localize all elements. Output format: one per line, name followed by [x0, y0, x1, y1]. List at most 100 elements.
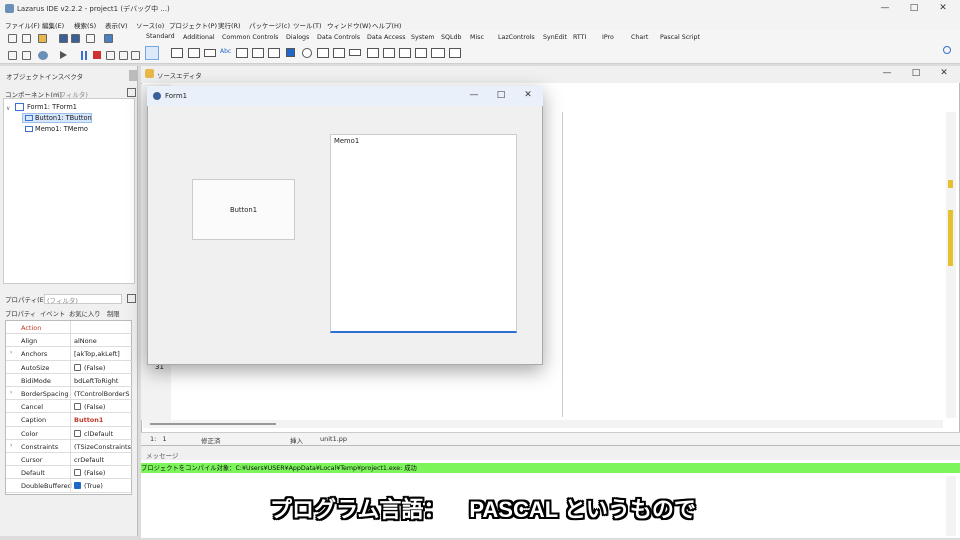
editor-minimize-icon[interactable]: —	[880, 67, 894, 80]
tab-restricted[interactable]: 制限	[107, 309, 120, 318]
project-options-icon[interactable]	[22, 51, 31, 60]
step-out-icon[interactable]	[131, 51, 140, 60]
palette-tab-dialogs[interactable]: Dialogs	[286, 34, 309, 41]
compile-success-message[interactable]: プロジェクトをコンパイル対象：C:¥Users¥USER¥AppData¥Loc…	[141, 463, 960, 473]
property-row-color[interactable]: Color clDefault	[6, 426, 133, 440]
run-icon[interactable]	[60, 51, 67, 59]
property-row-bidimode[interactable]: BidiMode bdLeftToRight	[6, 373, 133, 387]
combobox-component-icon[interactable]	[333, 48, 345, 58]
menu-edit[interactable]: 編集(E)	[42, 20, 64, 30]
menu-tools[interactable]: ツール(T)	[293, 20, 322, 30]
property-filter-input[interactable]: (フィルタ)	[44, 294, 122, 305]
palette-tab-misc[interactable]: Misc	[470, 34, 484, 41]
color-swatch-icon[interactable]	[74, 429, 81, 437]
view-forms-icon[interactable]	[8, 51, 17, 60]
menu-view[interactable]: 表示(V)	[105, 20, 128, 30]
property-row-cancel[interactable]: Cancel (False)	[6, 400, 133, 414]
menu-window[interactable]: ウィンドウ(W)	[327, 20, 371, 30]
close-icon[interactable]: ✕	[936, 2, 950, 15]
maximize-icon[interactable]: □	[907, 2, 921, 15]
checkbox-icon[interactable]	[74, 363, 81, 371]
expand-chevron-icon[interactable]: ›	[10, 389, 12, 396]
save-icon[interactable]	[59, 34, 68, 43]
minimize-icon[interactable]: —	[878, 2, 892, 15]
palette-tab-chart[interactable]: Chart	[631, 34, 648, 41]
checkbox-icon[interactable]	[74, 403, 81, 411]
palette-tab-data-access[interactable]: Data Access	[367, 34, 406, 41]
frame-component-icon[interactable]	[431, 48, 445, 58]
property-value[interactable]: (TSizeConstraints	[74, 443, 132, 451]
tree-item-button1[interactable]: Button1: TButton	[35, 114, 92, 122]
property-row-action[interactable]: Action	[6, 321, 133, 335]
palette-tab-standard[interactable]: Standard	[146, 33, 175, 40]
property-row-anchors[interactable]: › Anchors [akTop,akLeft]	[6, 347, 133, 361]
editor-maximize-icon[interactable]: □	[909, 67, 923, 80]
panel-grip[interactable]	[129, 70, 137, 81]
palette-tab-rtti[interactable]: RTTI	[573, 34, 586, 41]
property-filter-clear-icon[interactable]	[127, 294, 136, 303]
tab-favorites[interactable]: お気に入り	[69, 309, 100, 318]
button1[interactable]: Button1	[192, 179, 295, 240]
radiogroup-component-icon[interactable]	[383, 48, 395, 58]
editor-close-icon[interactable]: ✕	[937, 67, 951, 80]
edit-component-icon[interactable]	[236, 48, 248, 58]
save-all-icon[interactable]	[71, 34, 80, 43]
radiobutton-component-icon[interactable]	[302, 48, 312, 58]
checkbox-component-icon[interactable]	[286, 48, 295, 57]
checkbox-icon[interactable]	[74, 469, 81, 477]
panel-component-icon[interactable]	[415, 48, 427, 58]
palette-tab-pascal-script[interactable]: Pascal Script	[660, 34, 700, 41]
label-component-icon[interactable]: Abc	[220, 48, 232, 58]
form1-minimize-icon[interactable]: —	[467, 89, 481, 102]
tab-properties[interactable]: プロパティ	[5, 309, 36, 318]
property-value[interactable]: Button1	[74, 416, 132, 424]
palette-tab-common-controls[interactable]: Common Controls	[222, 34, 278, 41]
property-row-default[interactable]: Default (False)	[6, 466, 133, 480]
pause-icon[interactable]	[81, 51, 87, 60]
listbox-component-icon[interactable]	[317, 48, 329, 58]
popupmenu-component-icon[interactable]	[188, 48, 200, 58]
property-value[interactable]: bdLeftToRight	[74, 377, 132, 385]
palette-tab-system[interactable]: System	[411, 34, 434, 41]
menu-run[interactable]: 実行(R)	[218, 20, 241, 30]
step-into-icon[interactable]	[106, 51, 115, 60]
property-row-autosize[interactable]: AutoSize (False)	[6, 360, 133, 374]
palette-tab-additional[interactable]: Additional	[183, 34, 215, 41]
tree-expand-icon[interactable]: ∨	[6, 105, 10, 112]
memo1[interactable]: Memo1	[330, 134, 517, 333]
palette-tab-ipro[interactable]: IPro	[602, 34, 614, 41]
memo-component-icon[interactable]	[252, 48, 264, 58]
button-component-icon[interactable]	[204, 49, 216, 57]
property-row-align[interactable]: Align alNone	[6, 334, 133, 348]
tab-events[interactable]: イベント	[40, 309, 65, 318]
palette-tab-lazcontrols[interactable]: LazControls	[498, 34, 535, 41]
menu-file[interactable]: ファイル(F)	[5, 20, 40, 30]
property-row-constraints[interactable]: › Constraints (TSizeConstraints	[6, 439, 133, 453]
property-value[interactable]: alNone	[74, 337, 132, 345]
menu-package[interactable]: パッケージ(c)	[249, 20, 290, 30]
scrollbar-component-icon[interactable]	[349, 49, 361, 56]
filter-clear-icon[interactable]	[127, 88, 136, 97]
palette-tab-sqldb[interactable]: SQLdb	[441, 34, 461, 41]
property-row-caption[interactable]: Caption Button1	[6, 413, 133, 427]
tree-item-form1[interactable]: Form1: TForm1	[27, 103, 77, 111]
menu-search[interactable]: 検索(S)	[74, 20, 96, 30]
step-over-icon[interactable]	[119, 51, 128, 60]
expand-chevron-icon[interactable]: ›	[10, 442, 12, 449]
build-mode-icon[interactable]	[38, 51, 48, 60]
view-units-icon[interactable]	[104, 34, 113, 43]
property-row-cursor[interactable]: Cursor crDefault	[6, 453, 133, 467]
property-value[interactable]: crDefault	[74, 456, 132, 464]
property-row-doublebuffered[interactable]: DoubleBuffered (True)	[6, 479, 133, 493]
messages-scrollbar[interactable]	[946, 476, 956, 536]
property-value[interactable]: (TControlBorderS	[74, 390, 132, 398]
form1-close-icon[interactable]: ✕	[521, 89, 535, 102]
menu-help[interactable]: ヘルプ(H)	[372, 20, 401, 30]
groupbox-component-icon[interactable]	[367, 48, 379, 58]
stop-icon[interactable]	[93, 51, 101, 59]
new-form-icon[interactable]	[22, 34, 31, 43]
palette-options-icon[interactable]	[943, 46, 951, 54]
palette-tab-data-controls[interactable]: Data Controls	[317, 34, 360, 41]
new-file-icon[interactable]	[8, 34, 17, 43]
form1-maximize-icon[interactable]: □	[494, 89, 508, 102]
